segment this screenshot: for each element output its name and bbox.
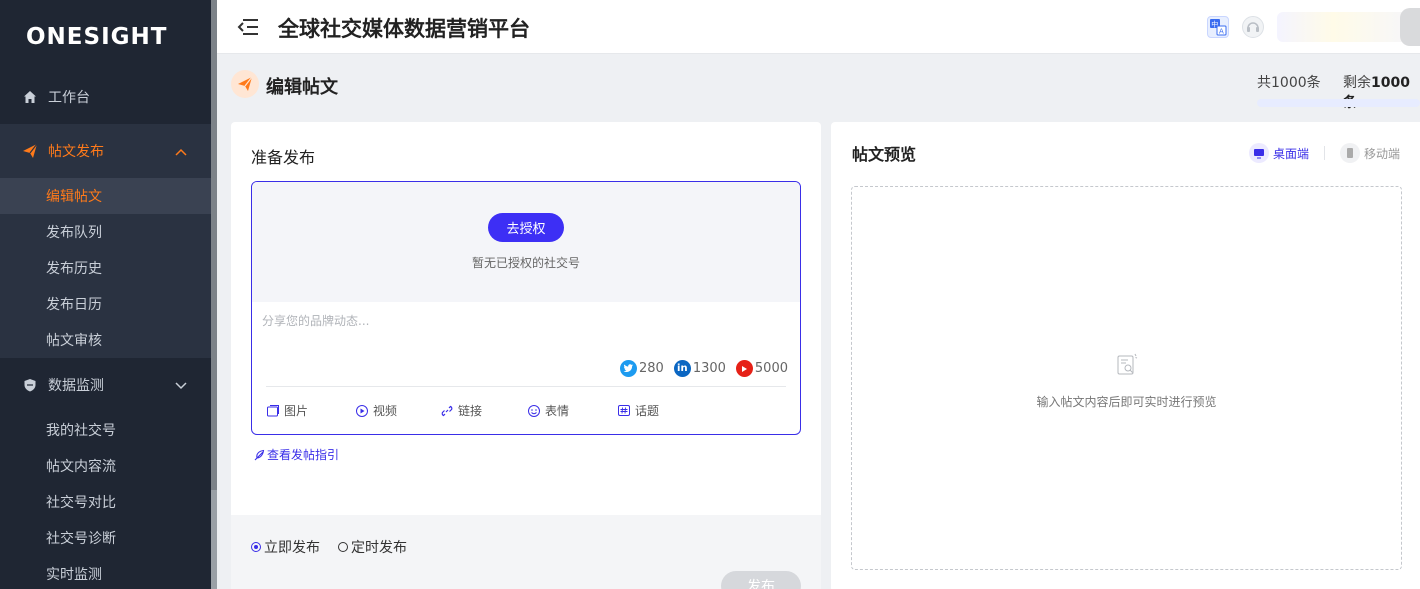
submenu-data-monitor: 我的社交号 帖文内容流 社交号对比 社交号诊断 实时监测 xyxy=(0,412,211,589)
feather-icon xyxy=(253,449,265,461)
sidebar-item-label: 数据监测 xyxy=(48,378,104,394)
sidebar-item-post-review[interactable]: 帖文审核 xyxy=(0,322,211,358)
insert-video-button[interactable]: 视频 xyxy=(355,402,397,419)
page-header: 编辑帖文 共1000条 剩余1000条 xyxy=(217,55,1420,115)
video-icon xyxy=(355,404,369,418)
top-header: 全球社交媒体数据营销平台 中A xyxy=(217,0,1420,54)
hashtag-icon xyxy=(617,404,631,418)
sidebar-item-publish-history[interactable]: 发布历史 xyxy=(0,250,211,286)
preview-area: 输入帖文内容后即可实时进行预览 xyxy=(851,186,1402,570)
tool-label: 图片 xyxy=(284,404,309,418)
twitter-icon xyxy=(619,360,637,377)
shield-icon xyxy=(22,377,38,393)
preview-search-icon xyxy=(1115,352,1139,378)
linkedin-icon: in xyxy=(673,360,691,377)
compose-card: 准备发布 去授权 暂无已授权的社交号 分享您的品牌动态... 280 in 130… xyxy=(231,122,821,589)
desktop-icon xyxy=(1249,143,1269,163)
preview-empty-text: 输入帖文内容后即可实时进行预览 xyxy=(1036,395,1217,409)
chevron-up-icon xyxy=(175,144,187,160)
svg-text:A: A xyxy=(1219,28,1224,36)
tool-label: 表情 xyxy=(545,404,570,418)
sidebar-item-content-stream[interactable]: 帖文内容流 xyxy=(0,448,211,484)
publish-button[interactable]: 发布 xyxy=(721,571,801,589)
desktop-label: 桌面端 xyxy=(1273,146,1310,161)
sidebar-item-account-compare[interactable]: 社交号对比 xyxy=(0,484,211,520)
authorize-button[interactable]: 去授权 xyxy=(488,213,564,242)
sidebar-item-my-accounts[interactable]: 我的社交号 xyxy=(0,412,211,448)
tab-divider xyxy=(1324,146,1325,160)
twitter-limit: 280 xyxy=(619,360,664,377)
compose-title: 准备发布 xyxy=(251,148,316,167)
radio-unselected-icon xyxy=(338,542,348,552)
logo: ONESIGHT xyxy=(26,24,168,50)
sidebar-item-label: 帖文发布 xyxy=(48,144,104,160)
editor-divider xyxy=(266,386,786,387)
translate-icon[interactable]: 中A xyxy=(1207,16,1229,38)
publish-now-radio[interactable]: 立即发布 xyxy=(251,537,320,557)
auth-panel: 去授权 暂无已授权的社交号 xyxy=(252,182,800,302)
linkedin-limit-value: 1300 xyxy=(692,361,726,376)
tool-label: 话题 xyxy=(635,404,660,418)
menu-collapse-icon[interactable] xyxy=(237,17,259,37)
insert-image-button[interactable]: 图片 xyxy=(266,402,308,419)
linkedin-limit: in 1300 xyxy=(673,360,726,377)
emoji-icon xyxy=(527,404,541,418)
support-icon[interactable] xyxy=(1242,16,1264,38)
mobile-icon xyxy=(1340,143,1360,163)
guide-text: 查看发帖指引 xyxy=(267,448,340,462)
desktop-preview-tab[interactable]: 桌面端 xyxy=(1249,143,1309,163)
send-icon xyxy=(22,143,38,159)
tool-label: 链接 xyxy=(458,404,483,418)
radio-label: 立即发布 xyxy=(264,540,320,556)
home-icon xyxy=(22,89,38,105)
app-title: 全球社交媒体数据营销平台 xyxy=(278,17,530,41)
publish-options: 立即发布 定时发布 发布 xyxy=(231,515,821,589)
mobile-preview-tab[interactable]: 移动端 xyxy=(1340,143,1400,163)
mobile-label: 移动端 xyxy=(1364,146,1401,161)
insert-link-button[interactable]: 链接 xyxy=(440,402,482,419)
post-content-input[interactable]: 分享您的品牌动态... xyxy=(262,312,369,329)
tool-label: 视频 xyxy=(373,404,398,418)
twitter-limit-value: 280 xyxy=(638,361,664,376)
user-profile[interactable] xyxy=(1277,12,1417,42)
sidebar-item-realtime-monitor[interactable]: 实时监测 xyxy=(0,556,211,589)
radio-label: 定时发布 xyxy=(351,540,407,556)
char-limits: 280 in 1300 5000 xyxy=(610,360,788,377)
schedule-publish-radio[interactable]: 定时发布 xyxy=(338,537,407,557)
youtube-limit: 5000 xyxy=(735,360,788,377)
chevron-down-icon xyxy=(175,378,187,394)
sidebar-item-publish-queue[interactable]: 发布队列 xyxy=(0,214,211,250)
sidebar-item-workbench[interactable]: 工作台 xyxy=(0,74,211,120)
insert-topic-button[interactable]: 话题 xyxy=(617,402,659,419)
sidebar-item-label: 工作台 xyxy=(48,90,90,106)
sidebar-item-edit-post[interactable]: 编辑帖文 xyxy=(0,178,211,214)
submenu-post-publish: 编辑帖文 发布队列 发布历史 发布日历 帖文审核 xyxy=(0,178,211,358)
radio-selected-icon xyxy=(251,542,261,552)
send-icon xyxy=(231,70,259,98)
sidebar-item-publish-calendar[interactable]: 发布日历 xyxy=(0,286,211,322)
quota-total: 共1000条 xyxy=(1257,75,1321,91)
youtube-limit-value: 5000 xyxy=(754,361,788,376)
post-editor: 去授权 暂无已授权的社交号 分享您的品牌动态... 280 in 1300 500… xyxy=(251,181,801,435)
sidebar-item-post-publish[interactable]: 帖文发布 xyxy=(0,124,211,178)
youtube-icon xyxy=(735,360,753,377)
notification-tab[interactable] xyxy=(1400,8,1420,46)
no-account-message: 暂无已授权的社交号 xyxy=(471,256,580,270)
sidebar: ONESIGHT 工作台 帖文发布 编辑帖文 发布队列 发布历史 发布日历 帖文… xyxy=(0,0,211,589)
insert-emoji-button[interactable]: 表情 xyxy=(527,402,569,419)
image-icon xyxy=(266,404,280,418)
posting-guide-link[interactable]: 查看发帖指引 xyxy=(253,446,339,463)
link-icon xyxy=(440,404,454,418)
preview-title: 帖文预览 xyxy=(852,145,917,164)
quota-progress-bar xyxy=(1257,99,1420,107)
preview-card: 帖文预览 桌面端 移动端 输入帖文内容后即可实时进行预览 xyxy=(831,122,1420,589)
sidebar-item-account-diagnosis[interactable]: 社交号诊断 xyxy=(0,520,211,556)
quota-remaining-prefix: 剩余 xyxy=(1343,75,1371,91)
page-title: 编辑帖文 xyxy=(266,77,338,98)
sidebar-item-data-monitor[interactable]: 数据监测 xyxy=(0,358,211,412)
